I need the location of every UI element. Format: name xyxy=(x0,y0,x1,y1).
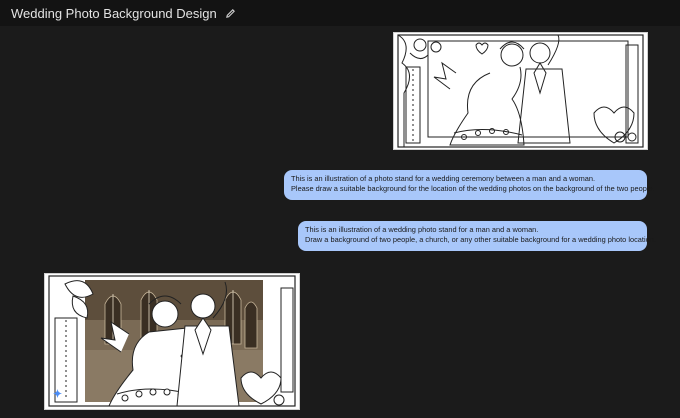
message-line: This is an illustration of a photo stand… xyxy=(291,174,596,183)
chat-panel: This is an illustration of a photo stand… xyxy=(0,26,680,418)
user-message-2: This is an illustration of a wedding pho… xyxy=(298,221,656,251)
message-line: Draw a background of two people, a churc… xyxy=(305,235,656,244)
chat-title[interactable]: Wedding Photo Background Design xyxy=(11,6,217,21)
top-bar: Wedding Photo Background Design xyxy=(0,0,680,26)
message-line: This is an illustration of a wedding pho… xyxy=(305,225,539,234)
message-line: Please draw a suitable background for th… xyxy=(291,184,655,193)
pencil-icon[interactable] xyxy=(225,8,236,19)
lineart-illustration xyxy=(394,33,647,149)
generated-image[interactable] xyxy=(44,273,300,410)
church-background-illustration xyxy=(45,274,299,409)
uploaded-image[interactable] xyxy=(393,32,648,150)
sparkle-icon xyxy=(53,389,62,398)
user-message-1: This is an illustration of a photo stand… xyxy=(284,170,655,200)
